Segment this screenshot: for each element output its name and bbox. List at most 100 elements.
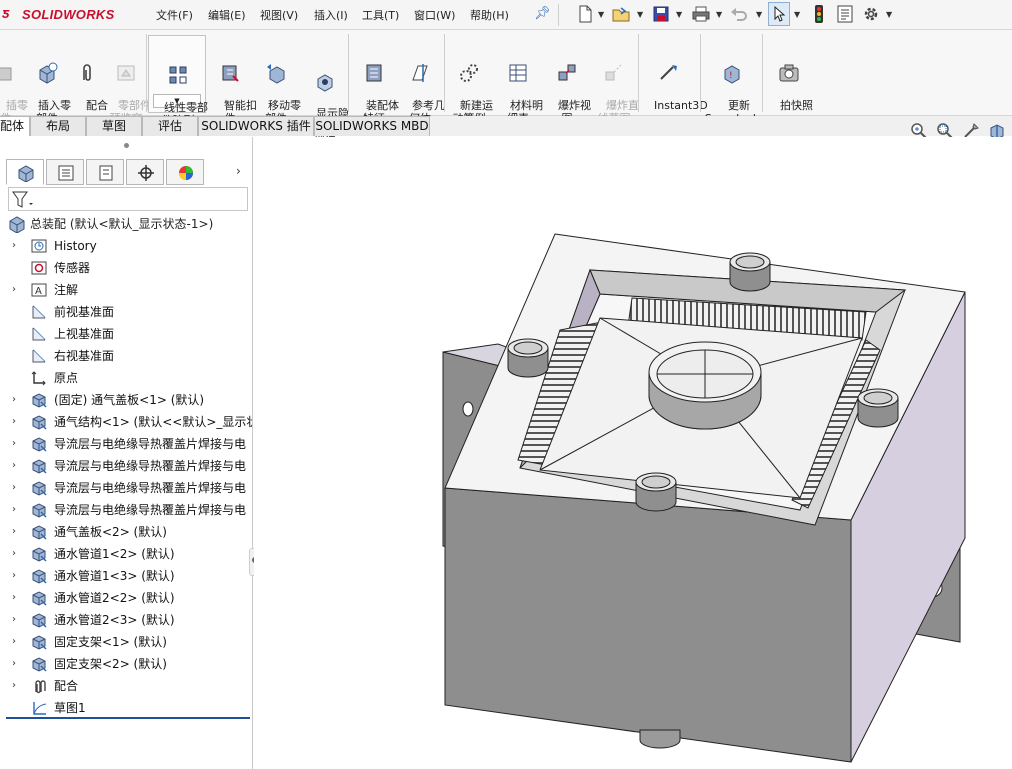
rebuild-traffic-light-icon[interactable] xyxy=(810,5,828,23)
tree-item[interactable]: 原点 xyxy=(0,367,252,389)
expand-chevron-icon[interactable]: › xyxy=(12,609,22,631)
featuremanager-tree-tab[interactable] xyxy=(6,159,44,185)
menu-view[interactable]: 视图(V) xyxy=(260,7,298,23)
expand-chevron-icon[interactable]: › xyxy=(12,235,22,257)
tree-item[interactable]: › 通水管道1<2> (默认) xyxy=(0,543,252,565)
tab-sketch[interactable]: 草图 xyxy=(86,116,142,136)
panel-grip[interactable] xyxy=(124,143,129,148)
tree-filter-field[interactable] xyxy=(8,187,248,211)
expand-chevron-icon[interactable]: › xyxy=(12,675,22,697)
tree-item[interactable]: › 通水管道1<3> (默认) xyxy=(0,565,252,587)
new-dropdown-icon[interactable]: ▼ xyxy=(598,10,604,19)
tree-item[interactable]: 右视基准面 xyxy=(0,345,252,367)
water-pipe-front[interactable] xyxy=(635,472,677,512)
tree-item-label: (固定) 通气盖板<1> (默认) xyxy=(54,393,205,407)
tree-item[interactable]: 草图1 xyxy=(0,697,252,719)
print-icon[interactable] xyxy=(692,5,710,23)
mate-button[interactable]: 配合 xyxy=(72,36,108,125)
options-dropdown-icon[interactable]: ▼ xyxy=(886,10,892,19)
tab-layout[interactable]: 布局 xyxy=(30,116,86,136)
expand-chevron-icon[interactable]: › xyxy=(12,587,22,609)
configurationmanager-tab[interactable] xyxy=(86,159,124,185)
menu-edit[interactable]: 编辑(E) xyxy=(208,7,246,23)
water-pipe-right[interactable] xyxy=(857,388,899,428)
tree-item[interactable]: › 导流层与电绝缘导热覆盖片焊接与电 xyxy=(0,499,252,521)
print-dropdown-icon[interactable]: ▼ xyxy=(716,10,722,19)
tab-evaluate[interactable]: 评估 xyxy=(142,116,198,136)
expand-chevron-icon[interactable]: › xyxy=(12,543,22,565)
speedpak-icon: ! xyxy=(724,65,740,84)
separator xyxy=(348,34,349,112)
menu-window[interactable]: 窗口(W) xyxy=(414,7,455,23)
expand-chevron-icon[interactable]: › xyxy=(12,565,22,587)
central-vent-ring[interactable] xyxy=(648,341,762,430)
undo-icon[interactable] xyxy=(730,5,748,23)
file-properties-icon[interactable] xyxy=(836,5,854,23)
expand-chevron-icon[interactable]: › xyxy=(12,653,22,675)
tree-item[interactable]: › 导流层与电绝缘导热覆盖片焊接与电 xyxy=(0,455,252,477)
expand-chevron-icon[interactable]: › xyxy=(12,631,22,653)
open-dropdown-icon[interactable]: ▼ xyxy=(637,10,643,19)
menu-help[interactable]: 帮助(H) xyxy=(470,7,509,23)
tree-item[interactable]: 传感器 xyxy=(0,257,252,279)
options-gear-icon[interactable] xyxy=(862,5,880,23)
save-icon[interactable] xyxy=(652,5,670,23)
displaymanager-tab[interactable] xyxy=(166,159,204,185)
new-document-icon[interactable] xyxy=(576,5,594,23)
tree-item[interactable]: › History xyxy=(0,235,252,257)
tree-item-label: 通气结构<1> (默认<<默认>_显示状 xyxy=(54,415,252,429)
tree-item[interactable]: › 固定支架<1> (默认) xyxy=(0,631,252,653)
expand-chevron-icon[interactable]: › xyxy=(12,389,22,411)
tree-item[interactable]: › 固定支架<2> (默认) xyxy=(0,653,252,675)
tab-solidworks-mbd[interactable]: SOLIDWORKS MBD xyxy=(314,116,430,136)
instant3d-button[interactable]: Instant3D xyxy=(640,36,708,125)
tree-item-label: 固定支架<2> (默认) xyxy=(54,657,167,671)
graphics-area[interactable] xyxy=(254,137,1012,769)
expand-chevron-icon[interactable]: › xyxy=(12,477,22,499)
pin-menu-icon[interactable]: 📌︎ xyxy=(534,6,551,21)
select-button[interactable] xyxy=(768,2,790,26)
tree-item[interactable]: › 通水管道2<3> (默认) xyxy=(0,609,252,631)
assembly-model-3d[interactable] xyxy=(254,137,1012,769)
propertymanager-tab[interactable] xyxy=(46,159,84,185)
tree-item[interactable]: › 导流层与电绝缘导热覆盖片焊接与电 xyxy=(0,477,252,499)
tree-item[interactable]: 前视基准面 xyxy=(0,301,252,323)
water-pipe-left[interactable] xyxy=(507,338,549,378)
expand-chevron-icon[interactable]: › xyxy=(12,411,22,433)
take-snapshot-button[interactable]: 拍快照 xyxy=(766,36,813,125)
svg-text:A: A xyxy=(35,286,42,297)
menu-tools[interactable]: 工具(T) xyxy=(362,7,399,23)
tab-solidworks-addins[interactable]: SOLIDWORKS 插件 xyxy=(198,116,314,136)
expand-chevron-icon[interactable]: › xyxy=(12,455,22,477)
expand-chevron-icon[interactable]: › xyxy=(12,521,22,543)
box-front-face[interactable] xyxy=(444,487,852,763)
bottom-pipe[interactable] xyxy=(639,729,681,749)
tree-item[interactable]: › (固定) 通气盖板<1> (默认) xyxy=(0,389,252,411)
tree-item[interactable]: › A 注解 xyxy=(0,279,252,301)
expand-chevron-icon[interactable]: › xyxy=(12,433,22,455)
expand-chevron-icon[interactable]: › xyxy=(12,279,22,301)
open-folder-icon[interactable] xyxy=(612,5,630,23)
menu-file[interactable]: 文件(F) xyxy=(156,7,193,23)
dimxpertmanager-tab[interactable] xyxy=(126,159,164,185)
part-icon xyxy=(32,437,47,452)
tree-item[interactable]: › 通气盖板<2> (默认) xyxy=(0,521,252,543)
sensor-icon xyxy=(31,261,47,275)
tree-item[interactable]: › 配合 xyxy=(0,675,252,697)
tree-item[interactable]: › 导流层与电绝缘导热覆盖片焊接与电 xyxy=(0,433,252,455)
undo-dropdown-icon[interactable]: ▼ xyxy=(756,10,762,19)
sketch-icon xyxy=(33,702,47,715)
tree-item-label: History xyxy=(54,239,97,253)
menu-insert[interactable]: 插入(I) xyxy=(314,7,348,23)
tree-item[interactable]: › 通气结构<1> (默认<<默认>_显示状 xyxy=(0,411,252,433)
more-tabs-chevron-icon[interactable]: › xyxy=(236,164,241,178)
water-pipe-top[interactable] xyxy=(729,252,771,292)
expand-chevron-icon[interactable]: › xyxy=(12,499,22,521)
save-dropdown-icon[interactable]: ▼ xyxy=(676,10,682,19)
tree-item[interactable]: › 通水管道2<2> (默认) xyxy=(0,587,252,609)
tree-item[interactable]: 上视基准面 xyxy=(0,323,252,345)
solidworks-logo[interactable]: ƽ SOLIDWORKS xyxy=(0,4,130,26)
rollback-bar[interactable] xyxy=(6,717,250,719)
tab-assembly[interactable]: 配体 xyxy=(0,116,30,136)
select-dropdown-icon[interactable]: ▼ xyxy=(794,10,800,19)
